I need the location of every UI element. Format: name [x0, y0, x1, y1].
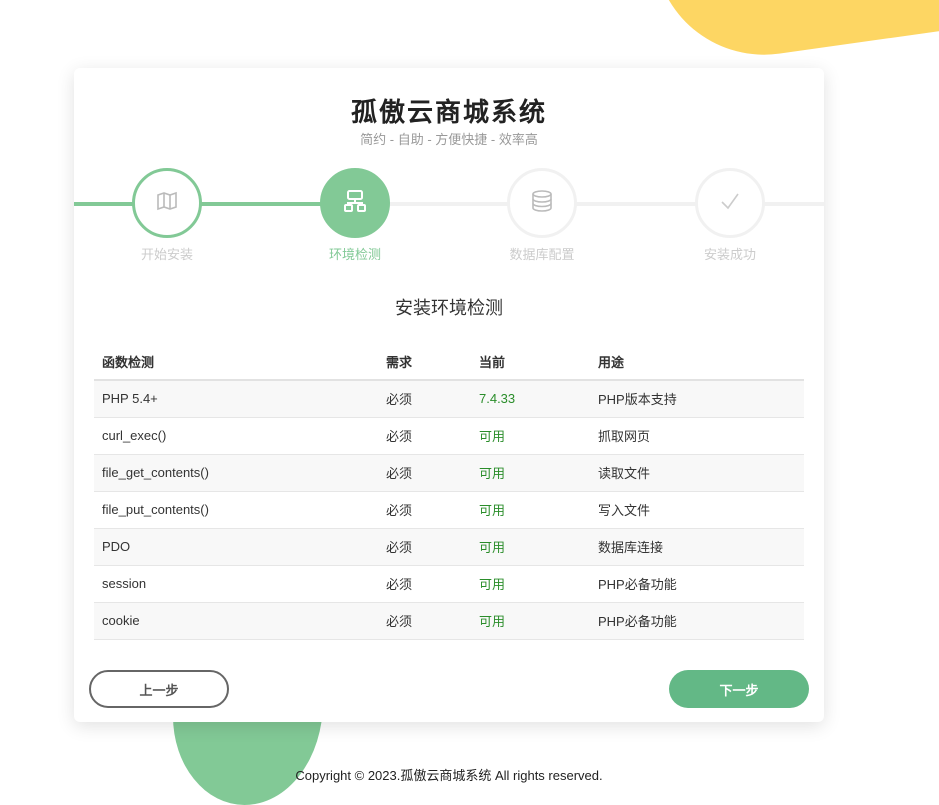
step-circle	[320, 168, 390, 238]
table-row: PHP 5.4+ 必须 7.4.33 PHP版本支持	[94, 380, 804, 418]
table-cell: 必须	[378, 565, 471, 603]
map-icon	[156, 191, 178, 216]
table-cell: 可用	[471, 417, 590, 455]
step-circle	[695, 168, 765, 238]
check-icon	[719, 191, 741, 216]
table-cell: 可用	[471, 454, 590, 492]
table-row: file_get_contents() 必须 可用 读取文件	[94, 454, 804, 492]
table-cell: cookie	[94, 602, 378, 640]
installer-card: 孤傲云商城系统 简约 - 自助 - 方便快捷 - 效率高 开始安装 环境检测 数…	[74, 68, 824, 722]
table-cell: 读取文件	[590, 454, 804, 492]
next-step-button[interactable]: 下一步	[669, 670, 809, 708]
step-install-success: 安装成功	[670, 168, 790, 263]
table-cell: PHP版本支持	[590, 380, 804, 418]
network-icon	[343, 189, 367, 218]
footer-copyright: Copyright © 2023.孤傲云商城系统 All rights rese…	[295, 768, 603, 783]
table-row: PDO 必须 可用 数据库连接	[94, 528, 804, 566]
step-label: 环境检测	[328, 247, 381, 262]
table-cell: 可用	[471, 565, 590, 603]
table-row: cookie 必须 可用 PHP必备功能	[94, 602, 804, 640]
table-cell: curl_exec()	[94, 417, 378, 455]
step-label: 安装成功	[703, 247, 756, 262]
table-cell: 数据库连接	[590, 528, 804, 566]
column-header: 当前	[471, 344, 590, 381]
table-cell: 可用	[471, 491, 590, 529]
table-cell: 必须	[378, 417, 471, 455]
column-header: 用途	[590, 344, 804, 381]
table-cell: 写入文件	[590, 491, 804, 529]
table-cell: session	[94, 565, 378, 603]
step-db-config: 数据库配置	[482, 168, 602, 263]
column-header: 函数检测	[94, 344, 378, 381]
table-cell: PHP必备功能	[590, 602, 804, 640]
page-title: 孤傲云商城系统	[350, 97, 547, 127]
table-cell: 可用	[471, 602, 590, 640]
database-icon	[531, 189, 553, 218]
column-header: 需求	[378, 344, 471, 381]
table-cell: PDO	[94, 528, 378, 566]
table-cell: file_get_contents()	[94, 454, 378, 492]
table-cell: 必须	[378, 602, 471, 640]
table-row: curl_exec() 必须 可用 抓取网页	[94, 417, 804, 455]
step-circle	[132, 168, 202, 238]
prev-step-button[interactable]: 上一步	[89, 670, 229, 708]
table-cell: 必须	[378, 380, 471, 418]
table-cell: 抓取网页	[590, 417, 804, 455]
section-title: 安装环境检测	[395, 298, 503, 318]
decorative-yellow-blob	[655, 0, 939, 69]
page-subtitle: 简约 - 自助 - 方便快捷 - 效率高	[360, 132, 538, 147]
table-cell: 必须	[378, 454, 471, 492]
table-cell: PHP必备功能	[590, 565, 804, 603]
table-cell: 必须	[378, 491, 471, 529]
table-cell: PHP 5.4+	[94, 380, 378, 418]
table-row: session 必须 可用 PHP必备功能	[94, 565, 804, 603]
table-row: file_put_contents() 必须 可用 写入文件	[94, 491, 804, 529]
step-env-check: 环境检测	[295, 168, 415, 263]
step-start-install: 开始安装	[107, 168, 227, 263]
table-cell: 7.4.33	[471, 380, 590, 418]
step-label: 数据库配置	[509, 247, 575, 262]
step-label: 开始安装	[140, 247, 193, 262]
table-cell: file_put_contents()	[94, 491, 378, 529]
table-cell: 必须	[378, 528, 471, 566]
table-cell: 可用	[471, 528, 590, 566]
table-header-row: 函数检测 需求 当前 用途	[94, 344, 804, 381]
env-check-table: 函数检测 需求 当前 用途 PHP 5.4+ 必须 7.4.33 PHP版本支持…	[94, 344, 804, 640]
step-circle	[507, 168, 577, 238]
